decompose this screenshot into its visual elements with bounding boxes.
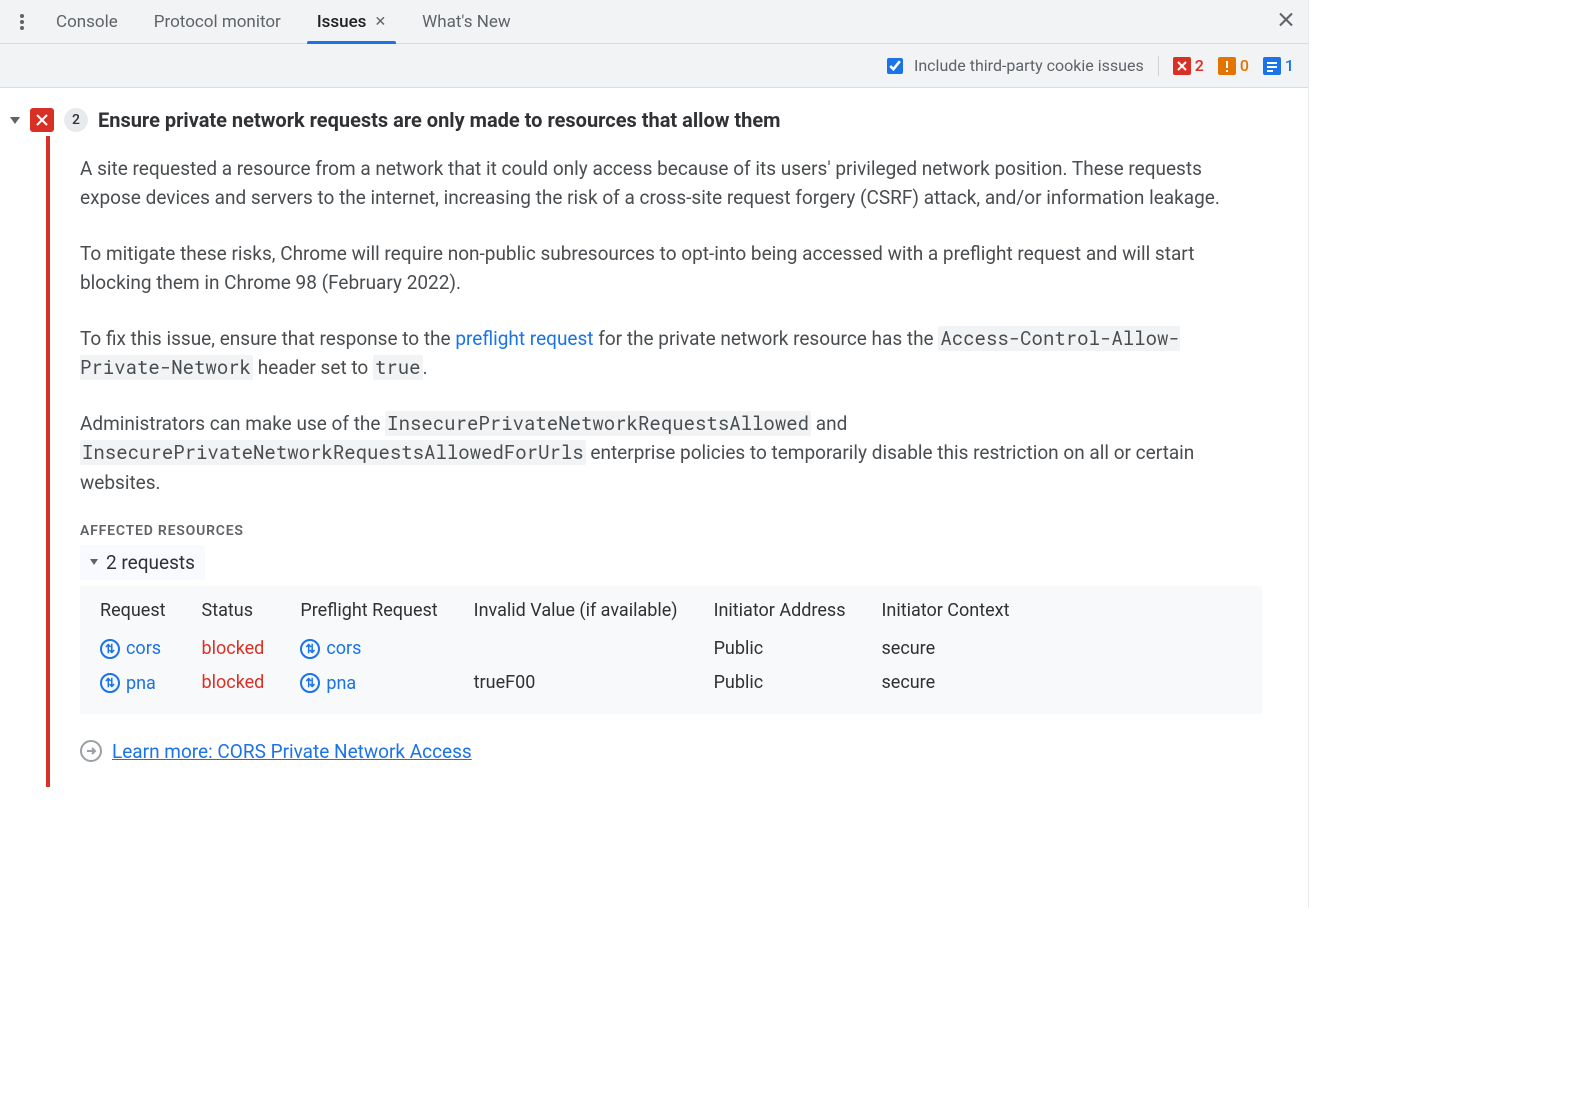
network-icon: ⇅ xyxy=(300,639,320,659)
include-third-party-input[interactable] xyxy=(887,58,903,74)
issue-paragraph-3: To fix this issue, ensure that response … xyxy=(80,324,1262,383)
warning-badge-icon xyxy=(1218,57,1236,75)
tab-whats-new[interactable]: What's New xyxy=(404,0,528,44)
request-link[interactable]: ⇅pna xyxy=(100,673,156,694)
issue-header-row[interactable]: 2 Ensure private network requests are on… xyxy=(0,88,1308,136)
invalid-cell: trueF00 xyxy=(456,665,696,700)
col-invalid: Invalid Value (if available) xyxy=(456,594,696,631)
issue-paragraph-4: Administrators can make use of the Insec… xyxy=(80,409,1262,497)
close-panel-button[interactable] xyxy=(1274,7,1298,36)
error-icon xyxy=(30,108,54,132)
tab-issues-label: Issues xyxy=(317,0,367,44)
info-count-value: 1 xyxy=(1285,56,1294,75)
tab-close-icon[interactable]: ✕ xyxy=(374,0,386,44)
status-cell: blocked xyxy=(184,631,283,666)
more-tabs-button[interactable] xyxy=(6,6,38,38)
tab-issues[interactable]: Issues ✕ xyxy=(299,0,404,44)
learn-more-link[interactable]: Learn more: CORS Private Network Access xyxy=(112,740,472,763)
requests-toggle[interactable]: 2 requests xyxy=(80,545,205,580)
toolbar-separator xyxy=(1158,56,1159,76)
network-icon: ⇅ xyxy=(100,639,120,659)
info-badge-icon xyxy=(1263,57,1281,75)
tab-protocol-monitor[interactable]: Protocol monitor xyxy=(136,0,299,44)
learn-more-row: Learn more: CORS Private Network Access xyxy=(80,740,1262,763)
tab-bar: Console Protocol monitor Issues ✕ What's… xyxy=(0,0,1308,44)
info-count-badge[interactable]: 1 xyxy=(1263,56,1294,75)
arrow-right-circle-icon xyxy=(80,740,102,762)
table-row: ⇅pna blocked ⇅pna trueF00 Public secure xyxy=(82,665,1027,700)
policy-1-code: InsecurePrivateNetworkRequestsAllowed xyxy=(385,411,811,436)
invalid-cell xyxy=(456,631,696,666)
error-count-value: 2 xyxy=(1195,56,1204,75)
policy-2-code: InsecurePrivateNetworkRequestsAllowedFor… xyxy=(80,440,586,465)
initaddr-cell: Public xyxy=(696,631,864,666)
header-value-code: true xyxy=(373,355,423,380)
error-count-badge[interactable]: 2 xyxy=(1173,56,1204,75)
network-icon: ⇅ xyxy=(300,673,320,693)
requests-table-container: Request Status Preflight Request Invalid… xyxy=(80,586,1262,714)
table-row: ⇅cors blocked ⇅cors Public secure xyxy=(82,631,1027,666)
initaddr-cell: Public xyxy=(696,665,864,700)
error-badge-icon xyxy=(1173,57,1191,75)
requests-triangle-icon xyxy=(90,559,98,565)
col-status: Status xyxy=(184,594,283,631)
preflight-link[interactable]: ⇅pna xyxy=(300,673,356,694)
issues-toolbar: Include third-party cookie issues 2 0 1 xyxy=(0,44,1308,88)
col-preflight: Preflight Request xyxy=(282,594,455,631)
col-initctx: Initiator Context xyxy=(863,594,1027,631)
preflight-link[interactable]: ⇅cors xyxy=(300,638,361,659)
warning-count-value: 0 xyxy=(1240,56,1249,75)
request-link[interactable]: ⇅cors xyxy=(100,638,161,659)
issue-paragraph-2: To mitigate these risks, Chrome will req… xyxy=(80,239,1262,298)
include-third-party-checkbox[interactable]: Include third-party cookie issues xyxy=(883,55,1144,77)
issues-body[interactable]: 2 Ensure private network requests are on… xyxy=(0,88,1308,908)
col-initaddr: Initiator Address xyxy=(696,594,864,631)
col-request: Request xyxy=(82,594,184,631)
warning-count-badge[interactable]: 0 xyxy=(1218,56,1249,75)
issue-count-pill: 2 xyxy=(64,108,88,132)
preflight-request-link[interactable]: preflight request xyxy=(455,327,593,350)
tab-console[interactable]: Console xyxy=(38,0,136,44)
status-cell: blocked xyxy=(184,665,283,700)
affected-resources-label: AFFECTED RESOURCES xyxy=(80,523,1262,539)
include-third-party-label: Include third-party cookie issues xyxy=(914,56,1144,75)
issue-paragraph-1: A site requested a resource from a netwo… xyxy=(80,154,1262,213)
issue-body: A site requested a resource from a netwo… xyxy=(46,136,1286,787)
initctx-cell: secure xyxy=(863,665,1027,700)
requests-table: Request Status Preflight Request Invalid… xyxy=(82,594,1027,700)
requests-toggle-label: 2 requests xyxy=(106,551,195,574)
initctx-cell: secure xyxy=(863,631,1027,666)
issue-title: Ensure private network requests are only… xyxy=(98,108,781,132)
network-icon: ⇅ xyxy=(100,673,120,693)
expand-triangle-icon[interactable] xyxy=(10,117,20,124)
